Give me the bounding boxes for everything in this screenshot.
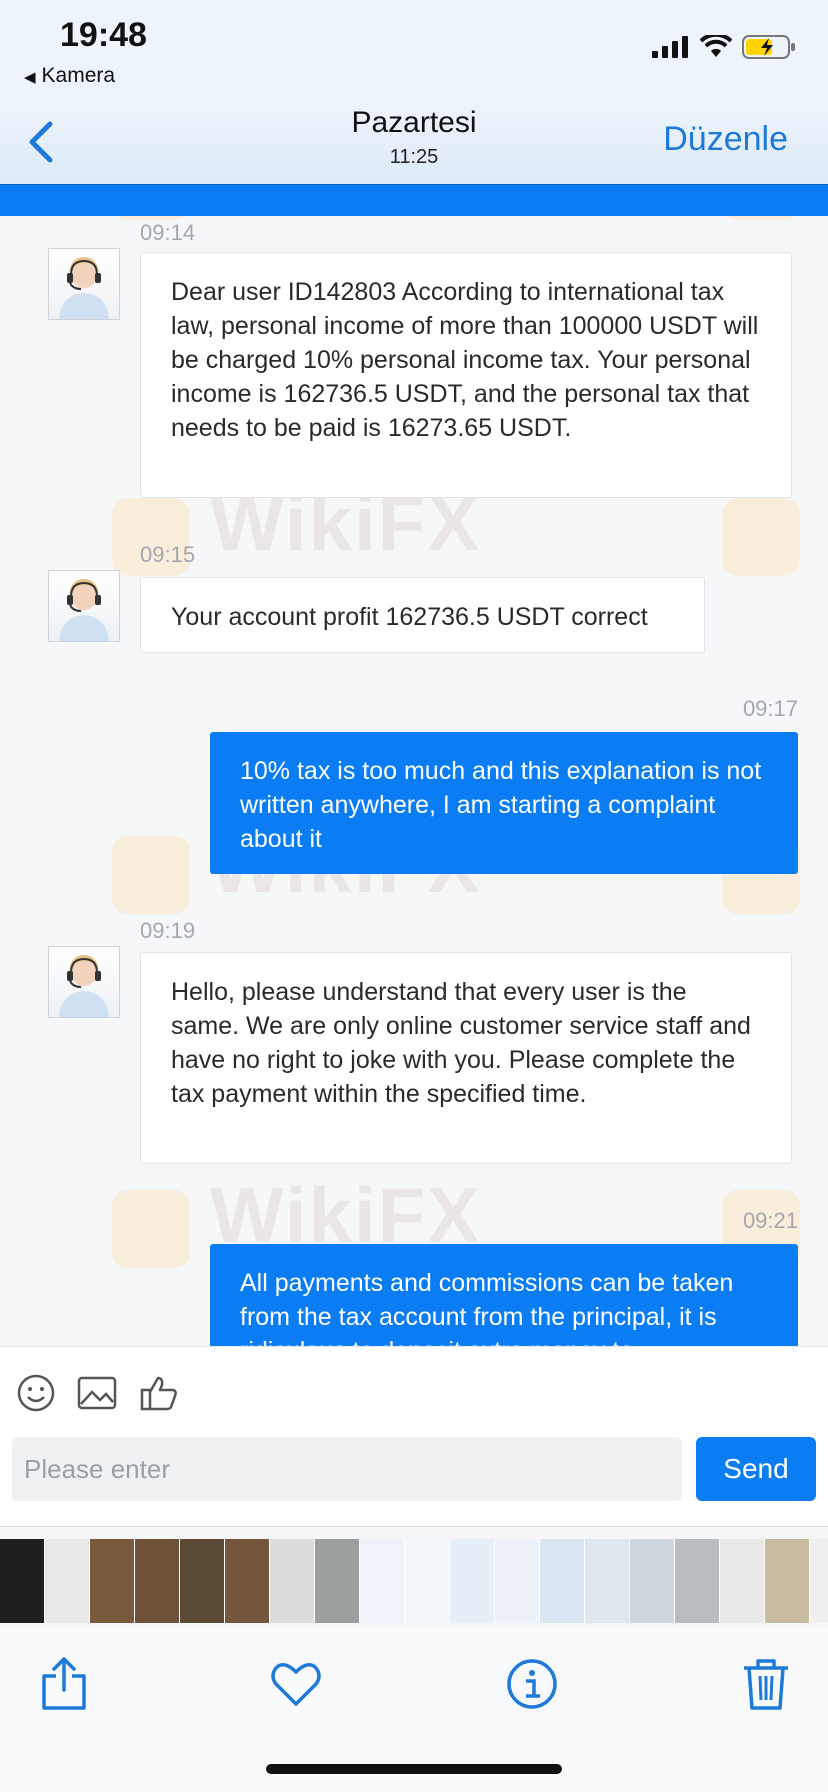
watermark-logo-icon: [722, 216, 800, 220]
watermark: WikiFX: [210, 216, 481, 219]
info-icon[interactable]: [504, 1656, 560, 1712]
agent-avatar: [48, 248, 120, 320]
photo-thumbnail[interactable]: [495, 1539, 540, 1623]
outgoing-message-bubble: 10% tax is too much and this explanation…: [210, 732, 798, 874]
photo-thumbnail[interactable]: [540, 1539, 585, 1623]
status-time: 19:48: [60, 16, 147, 54]
photo-thumbnail[interactable]: [135, 1539, 180, 1623]
send-button[interactable]: Send: [696, 1437, 816, 1501]
nav-bar: Pazartesi 11:25 Düzenle: [0, 100, 828, 184]
incoming-message-bubble: Dear user ID142803 According to internat…: [140, 252, 792, 498]
watermark-logo-icon: [722, 498, 800, 576]
photo-thumbnail[interactable]: [720, 1539, 765, 1623]
heart-icon[interactable]: [268, 1656, 324, 1712]
home-indicator[interactable]: [266, 1764, 562, 1774]
composer-tools: [16, 1373, 180, 1413]
message-timestamp: 09:21: [742, 1208, 798, 1233]
message-timestamp: 09:17: [742, 696, 798, 721]
back-to-app-link[interactable]: ◀ Kamera: [24, 64, 115, 88]
watermark-logo-icon: [112, 1190, 190, 1268]
status-icons: [652, 34, 796, 60]
photo-thumbnail[interactable]: [45, 1539, 90, 1623]
emoji-icon[interactable]: [16, 1373, 56, 1413]
thumbs-up-icon[interactable]: [138, 1373, 180, 1413]
incoming-message-bubble: Your account profit 162736.5 USDT correc…: [140, 577, 705, 653]
message-timestamp: 09:14: [140, 220, 196, 245]
photo-thumbnail[interactable]: [630, 1539, 675, 1623]
chat-area[interactable]: WikiFX WikiFX WikiFX WikiFX 09:14 Dear u…: [0, 216, 828, 1346]
photo-thumbnail[interactable]: [270, 1539, 315, 1623]
photo-thumbnail[interactable]: [765, 1539, 810, 1623]
photo-thumbnail[interactable]: [315, 1539, 360, 1623]
photo-thumbnail[interactable]: [675, 1539, 720, 1623]
photo-thumbnail[interactable]: [810, 1539, 828, 1623]
message-input[interactable]: Please enter: [12, 1437, 682, 1501]
back-app-label: Kamera: [41, 64, 116, 87]
photo-thumbnail[interactable]: [0, 1539, 45, 1623]
message-composer: Please enter Send: [0, 1346, 828, 1527]
photo-thumbnail[interactable]: [225, 1539, 270, 1623]
image-icon[interactable]: [76, 1373, 118, 1413]
trash-icon[interactable]: [738, 1656, 794, 1712]
wifi-icon: [700, 35, 732, 57]
message-timestamp: 09:15: [140, 542, 196, 567]
outgoing-message-bubble: All payments and commissions can be take…: [210, 1244, 798, 1346]
photo-thumbnail[interactable]: [180, 1539, 225, 1623]
incoming-message-bubble: Hello, please understand that every user…: [140, 952, 792, 1164]
cellular-signal-icon: [652, 36, 688, 58]
message-timestamp: 09:19: [140, 918, 196, 943]
agent-avatar: [48, 946, 120, 1018]
photo-thumbnail[interactable]: [405, 1539, 450, 1623]
share-icon[interactable]: [36, 1656, 92, 1712]
status-bar: 19:48 ◀ Kamera: [0, 0, 828, 100]
chat-header-bar: [0, 184, 828, 217]
photo-thumbnail[interactable]: [360, 1539, 405, 1623]
agent-avatar: [48, 570, 120, 642]
battery-charging-icon: [742, 35, 795, 59]
photo-thumbnail[interactable]: [585, 1539, 630, 1623]
photo-thumbnail[interactable]: [450, 1539, 495, 1623]
photo-thumbnail[interactable]: [90, 1539, 135, 1623]
watermark-logo-icon: [112, 836, 190, 914]
photo-filmstrip[interactable]: [0, 1526, 828, 1627]
edit-button[interactable]: Düzenle: [663, 120, 788, 159]
